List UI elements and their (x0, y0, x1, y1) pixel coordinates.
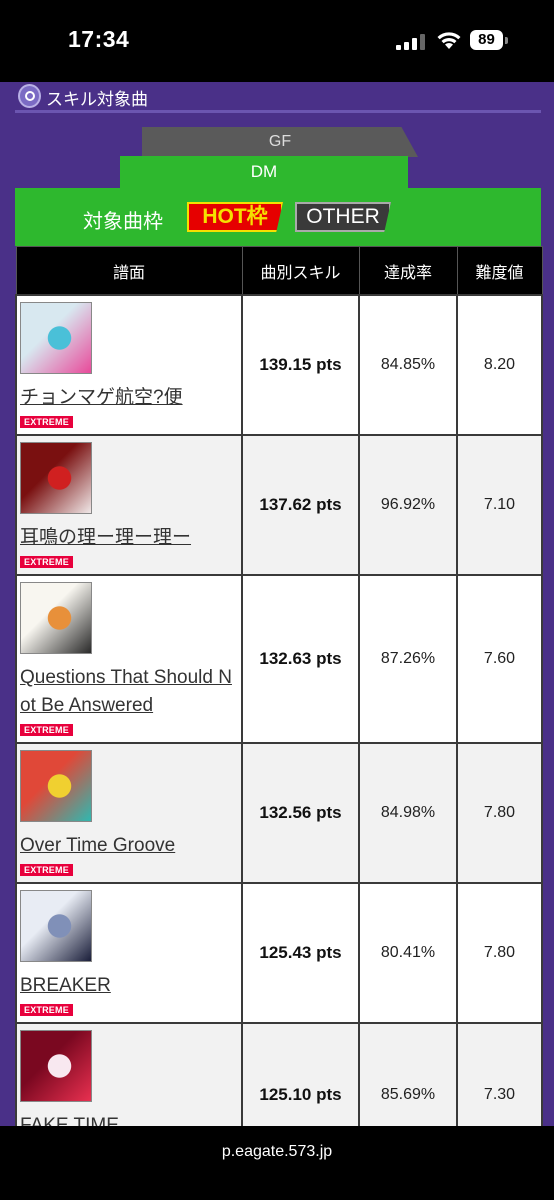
song-title-link[interactable]: Over Time Groove (20, 832, 239, 860)
song-cell: 耳鳴の理ー理ー理ー EXTREME (15, 434, 243, 576)
song-title-link[interactable]: BREAKER (20, 972, 239, 1000)
achievement-rate: 96.92% (358, 434, 458, 576)
browser-url-bar[interactable]: p.eagate.573.jp (0, 1126, 554, 1200)
difficulty-badge: EXTREME (20, 864, 73, 876)
url-text: p.eagate.573.jp (221, 1143, 333, 1160)
song-cell: Over Time Groove EXTREME (15, 742, 243, 884)
column-header-chart: 譜面 (15, 246, 243, 296)
album-jacket-image[interactable] (20, 302, 92, 374)
difficulty-badge: EXTREME (20, 1004, 73, 1016)
difficulty-value: 7.60 (456, 574, 543, 744)
table-row: 耳鳴の理ー理ー理ー EXTREME 137.62 pts 96.92% 7.10 (15, 434, 543, 576)
hot-frame-button[interactable]: HOT枠 (187, 202, 283, 232)
song-skill-value: 125.43 pts (241, 882, 360, 1024)
frame-label: 対象曲枠 (83, 211, 163, 233)
skill-table: 譜面 曲別スキル 達成率 難度値 チョンマゲ航空?便 EXTREME 139.15 … (15, 246, 543, 1167)
album-jacket-image[interactable] (20, 750, 92, 822)
tab-dm[interactable]: DM (120, 156, 408, 188)
table-row: Over Time Groove EXTREME 132.56 pts 84.98% 7… (15, 742, 543, 884)
skill-icon (18, 84, 41, 108)
column-header-level: 難度値 (456, 246, 543, 296)
song-title-link[interactable]: 耳鳴の理ー理ー理ー (20, 524, 239, 552)
achievement-rate: 80.41% (358, 882, 458, 1024)
difficulty-value: 7.80 (456, 882, 543, 1024)
song-cell: Questions That Should Not Be Answered EXT… (15, 574, 243, 744)
song-skill-value: 132.56 pts (241, 742, 360, 884)
cellular-signal-icon (396, 34, 425, 50)
status-bar: 17:34 89 (0, 0, 554, 82)
song-skill-value: 139.15 pts (241, 294, 360, 436)
table-row: BREAKER EXTREME 125.43 pts 80.41% 7.80 (15, 882, 543, 1024)
album-jacket-image[interactable] (20, 442, 92, 514)
achievement-rate: 87.26% (358, 574, 458, 744)
album-jacket-image[interactable] (20, 890, 92, 962)
achievement-rate: 84.98% (358, 742, 458, 884)
table-header-row: 譜面 曲別スキル 達成率 難度値 (15, 246, 543, 296)
album-jacket-image[interactable] (20, 582, 92, 654)
album-jacket-image[interactable] (20, 1030, 92, 1102)
wifi-icon (437, 32, 461, 49)
table-row: チョンマゲ航空?便 EXTREME 139.15 pts 84.85% 8.20 (15, 294, 543, 436)
tab-gf[interactable]: GF (142, 127, 418, 157)
table-row: Questions That Should Not Be Answered EXT… (15, 574, 543, 744)
song-title-link[interactable]: Questions That Should Not Be Answered (20, 664, 239, 720)
difficulty-badge: EXTREME (20, 724, 73, 736)
difficulty-badge: EXTREME (20, 416, 73, 428)
other-frame-button[interactable]: OTHER (295, 202, 391, 232)
difficulty-badge: EXTREME (20, 556, 73, 568)
song-skill-value: 137.62 pts (241, 434, 360, 576)
difficulty-value: 7.80 (456, 742, 543, 884)
skill-section-header: スキル対象曲 (15, 82, 541, 113)
song-cell: チョンマゲ航空?便 EXTREME (15, 294, 243, 436)
battery-icon: 89 (470, 30, 510, 52)
difficulty-value: 8.20 (456, 294, 543, 436)
battery-level: 89 (470, 30, 503, 50)
column-header-rate: 達成率 (358, 246, 458, 296)
achievement-rate: 84.85% (358, 294, 458, 436)
frame-selector: 対象曲枠 HOT枠 OTHER (15, 188, 541, 246)
song-cell: BREAKER EXTREME (15, 882, 243, 1024)
song-skill-value: 132.63 pts (241, 574, 360, 744)
column-header-skill: 曲別スキル (241, 246, 360, 296)
song-title-link[interactable]: チョンマゲ航空?便 (20, 384, 239, 412)
section-title: スキル対象曲 (46, 90, 148, 109)
difficulty-value: 7.10 (456, 434, 543, 576)
clock: 17:34 (68, 26, 130, 52)
